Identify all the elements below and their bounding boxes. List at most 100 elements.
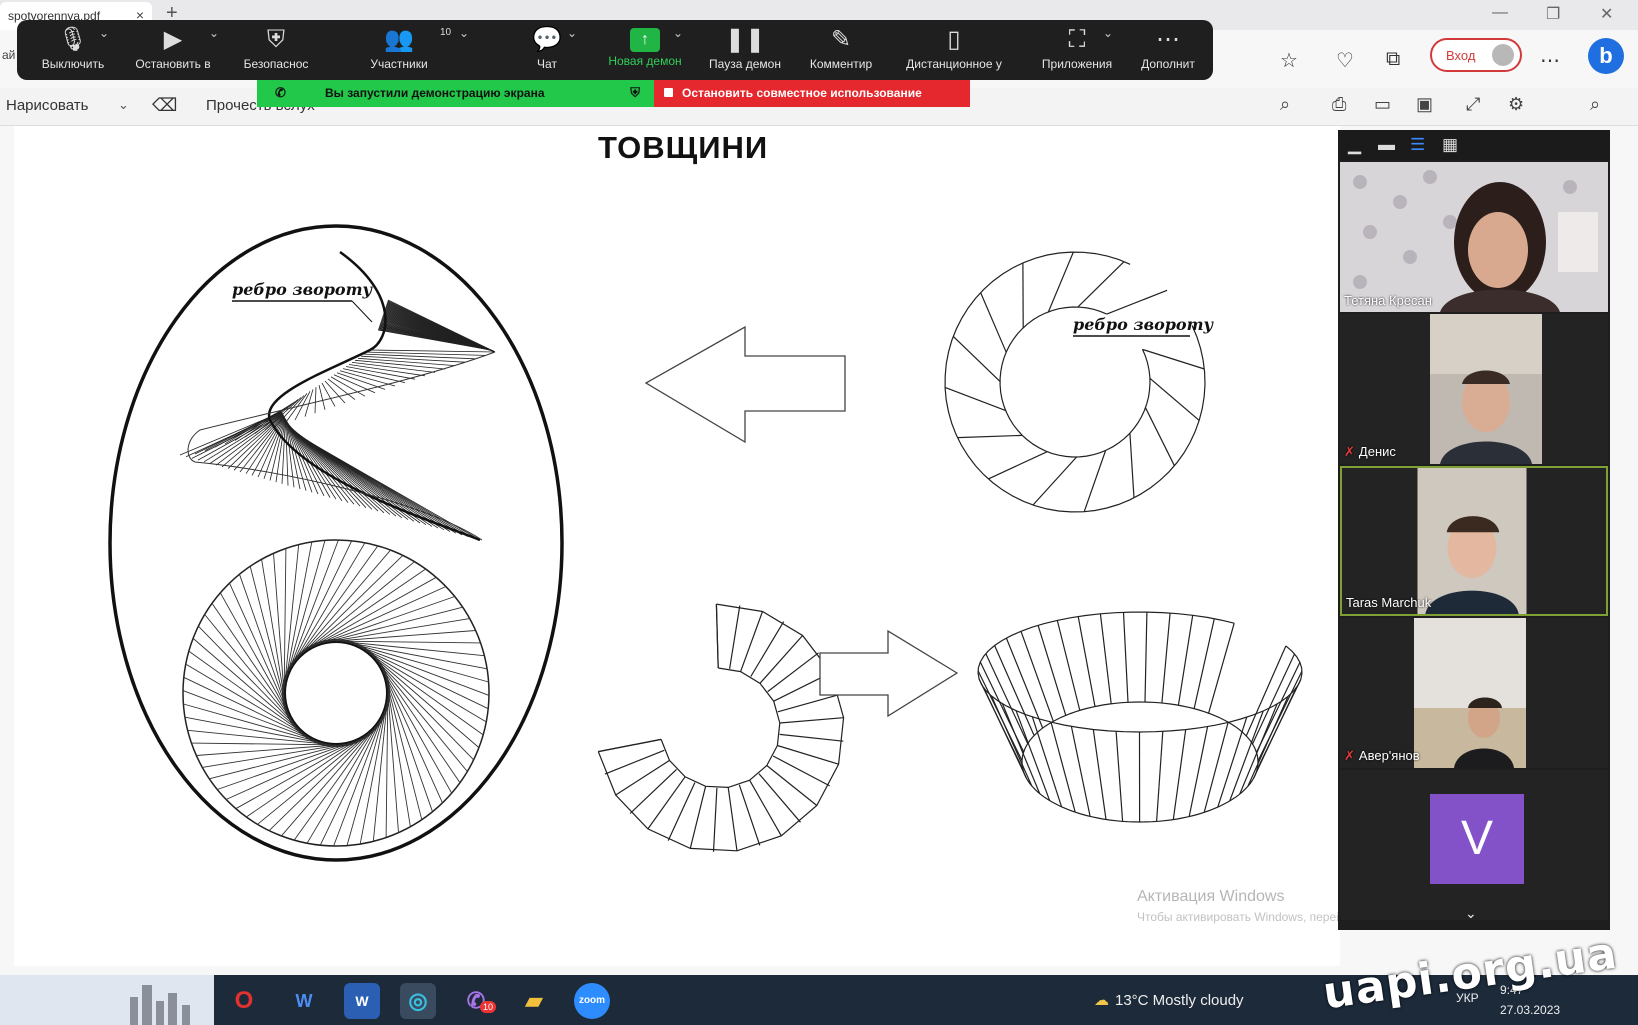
ruling-line bbox=[369, 349, 496, 353]
tangent-line bbox=[217, 742, 350, 790]
word-icon[interactable]: W bbox=[344, 983, 380, 1019]
tangent-line bbox=[387, 692, 399, 833]
radial-line bbox=[598, 738, 662, 753]
tangent-line bbox=[331, 618, 470, 642]
strip-view-icon[interactable]: ☰ bbox=[1410, 135, 1425, 155]
edge-icon[interactable]: ◎ bbox=[400, 983, 436, 1019]
grid-view-icon[interactable]: ▦ bbox=[1442, 135, 1458, 155]
ruling-line bbox=[318, 385, 326, 410]
participant-name: ✗ Денис bbox=[1344, 444, 1396, 459]
radial-line bbox=[712, 787, 718, 852]
stop-share-button[interactable]: Остановить совместное использование bbox=[654, 80, 970, 107]
participant-tile-3[interactable]: Taras Marchuk bbox=[1340, 466, 1608, 616]
generator-line bbox=[1253, 687, 1297, 779]
more-button[interactable]: ⋯ Дополнит bbox=[1131, 20, 1205, 80]
participant-tile-5[interactable]: V bbox=[1340, 770, 1608, 920]
chevron-down-icon[interactable]: ⌄ bbox=[1103, 26, 1113, 40]
avatar: V bbox=[1430, 794, 1524, 884]
tangent-line bbox=[313, 576, 437, 647]
weather-text[interactable]: ☁ 13°C Mostly cloudy bbox=[1094, 991, 1244, 1009]
participant-name: ✗ Авер'янов bbox=[1344, 748, 1420, 763]
generator-line bbox=[1193, 618, 1215, 709]
widgets-thumbnail[interactable] bbox=[0, 975, 214, 1025]
outer-polygon bbox=[597, 603, 845, 852]
tangent-line bbox=[257, 735, 367, 825]
radial-line bbox=[629, 768, 677, 814]
generator-line bbox=[1050, 721, 1076, 813]
inner-hole bbox=[282, 639, 390, 747]
participant-video bbox=[1340, 162, 1608, 312]
tangent-line bbox=[191, 742, 332, 746]
tangent-line bbox=[309, 568, 426, 649]
participant-tile-1[interactable]: Тетяна Кресан bbox=[1340, 162, 1608, 312]
generator-line bbox=[979, 661, 1025, 753]
chevron-down-icon[interactable]: ⌄ bbox=[459, 26, 469, 40]
tangent-line bbox=[340, 640, 481, 644]
segment-line bbox=[1083, 450, 1107, 512]
stop-icon bbox=[664, 88, 673, 97]
helicoid-surface bbox=[179, 299, 496, 541]
security-button[interactable]: ⛨ Безопаснос bbox=[233, 20, 319, 80]
participants-count: 10 bbox=[440, 27, 452, 38]
segment-line bbox=[1144, 407, 1175, 466]
pause-share-button[interactable]: ❚❚ Пауза демон bbox=[697, 20, 793, 80]
ruling-line bbox=[360, 355, 466, 363]
inner-polygon bbox=[660, 667, 781, 789]
chevron-down-icon[interactable]: ⌄ bbox=[99, 26, 109, 40]
participants-button[interactable]: 👥 Участники bbox=[357, 20, 441, 80]
ruling-line bbox=[321, 382, 336, 407]
chevron-down-icon[interactable]: ⌄ bbox=[209, 26, 219, 40]
radial-line bbox=[615, 759, 670, 796]
generator-line bbox=[1188, 726, 1209, 817]
ruling-line bbox=[285, 420, 307, 491]
generator-line bbox=[1122, 612, 1129, 703]
participant-name: Тетяна Кресан bbox=[1344, 293, 1432, 308]
flat-ring-segment bbox=[597, 603, 845, 852]
pause-icon: ❚❚ bbox=[724, 26, 766, 53]
muted-microphone-icon: ✗ bbox=[1344, 444, 1355, 459]
wps-icon[interactable]: W bbox=[286, 983, 322, 1019]
annotate-button[interactable]: ✎ Комментир bbox=[799, 20, 883, 80]
opera-icon[interactable]: O bbox=[226, 983, 262, 1019]
zoom-icon[interactable]: zoom bbox=[574, 983, 610, 1019]
viber-badge: 10 bbox=[480, 1001, 497, 1013]
muted-microphone-icon: ✗ bbox=[1344, 748, 1355, 763]
radial-line bbox=[729, 605, 741, 669]
view-switcher: ▁ ▬ ☰ ▦ bbox=[1338, 130, 1610, 160]
participant-tile-2[interactable]: ✗ Денис bbox=[1340, 314, 1608, 464]
tangent-line bbox=[318, 586, 447, 645]
generator-line bbox=[1077, 616, 1096, 707]
tangent-line bbox=[335, 630, 476, 642]
segment-line bbox=[957, 434, 1023, 439]
radial-line bbox=[772, 755, 830, 787]
radial-line bbox=[689, 786, 707, 849]
minimize-panel-icon[interactable]: ▁ bbox=[1348, 135, 1361, 155]
mouse-icon: ▯ bbox=[947, 26, 961, 53]
ruling-line bbox=[314, 387, 317, 414]
tangent-line bbox=[382, 670, 453, 794]
explorer-icon[interactable]: ▰ bbox=[516, 983, 552, 1019]
tangent-line bbox=[378, 662, 468, 772]
video-camera-icon: ▶ bbox=[163, 26, 183, 53]
chevron-down-icon[interactable]: ⌄ bbox=[1465, 905, 1477, 922]
segment-line bbox=[952, 335, 1001, 382]
share-screen-icon: ↑ bbox=[630, 28, 660, 52]
tangent-line bbox=[235, 739, 359, 810]
segment-line bbox=[1106, 289, 1168, 315]
participant-video bbox=[1417, 468, 1527, 614]
participant-video bbox=[1414, 618, 1526, 768]
chevron-down-icon[interactable]: ⌄ bbox=[673, 26, 683, 40]
segment-line bbox=[980, 292, 1007, 353]
tangent-line bbox=[239, 574, 287, 707]
stop-video-button[interactable]: ▶ Остановить в bbox=[125, 20, 221, 80]
participant-tile-4[interactable]: ✗ Авер'янов bbox=[1340, 618, 1608, 768]
tangent-line bbox=[322, 596, 455, 644]
shield-icon: ⛨ bbox=[267, 26, 285, 53]
generator-line bbox=[1070, 726, 1091, 817]
generator-line bbox=[1203, 722, 1229, 813]
single-view-icon[interactable]: ▬ bbox=[1378, 135, 1395, 155]
tangent-line bbox=[387, 688, 411, 827]
remote-control-button[interactable]: ▯ Дистанционное у bbox=[889, 20, 1019, 80]
chevron-down-icon[interactable]: ⌄ bbox=[567, 26, 577, 40]
clock-date[interactable]: 27.03.2023 bbox=[1500, 1003, 1560, 1017]
